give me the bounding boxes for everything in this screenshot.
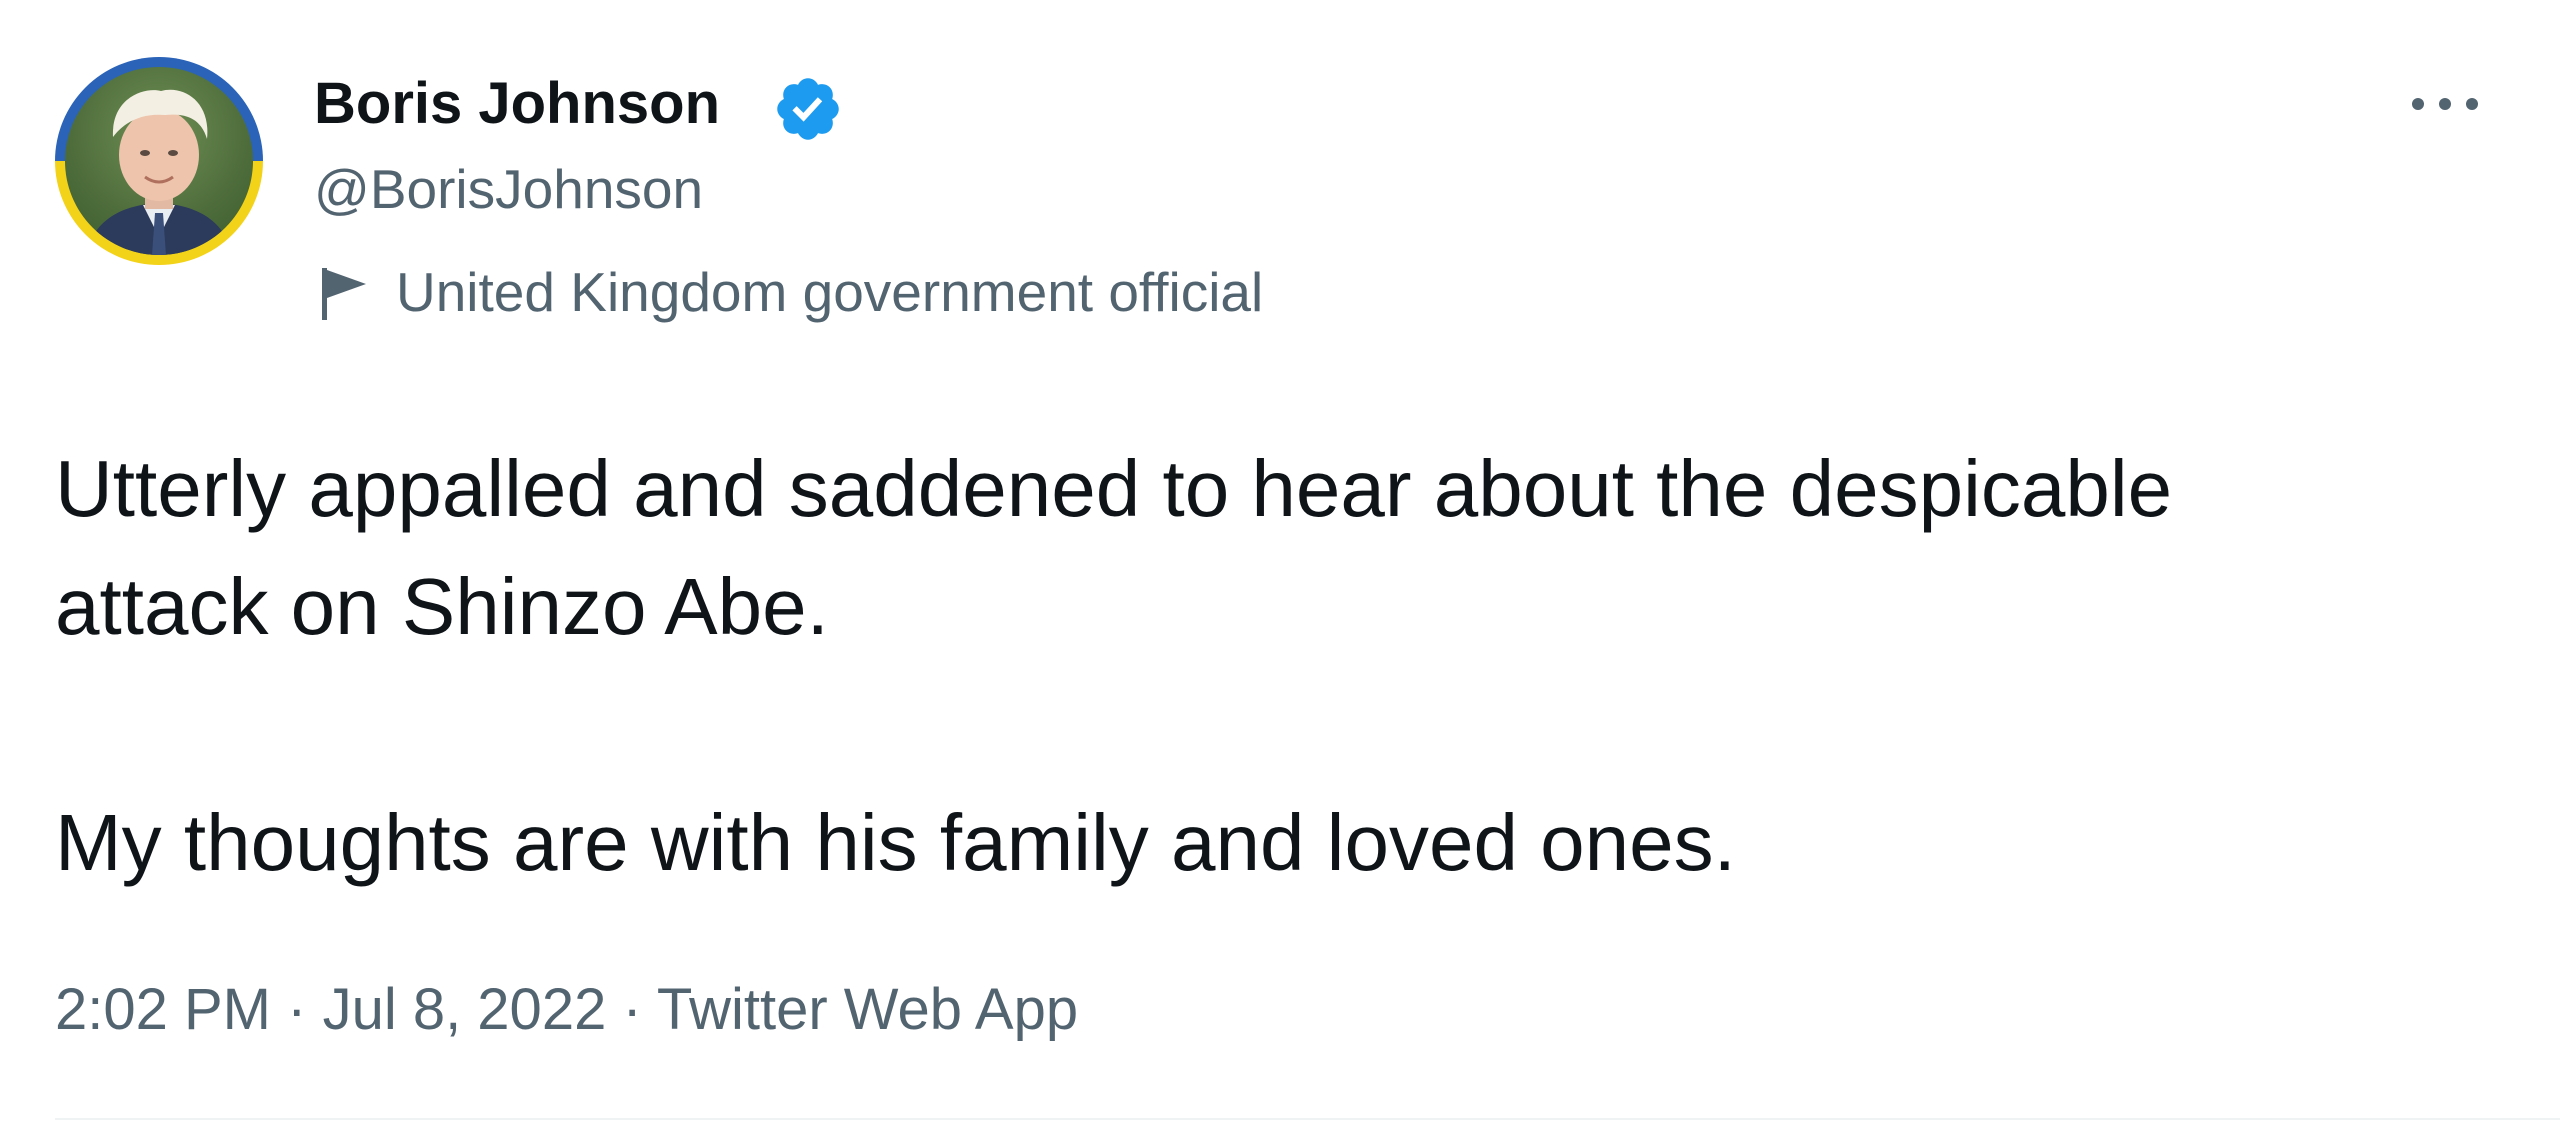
author-handle[interactable]: @BorisJohnson bbox=[314, 154, 703, 224]
tweet-date[interactable]: Jul 8, 2022 bbox=[323, 977, 607, 1042]
avatar[interactable] bbox=[55, 57, 263, 265]
verified-badge-icon bbox=[772, 73, 844, 145]
author-name[interactable]: Boris Johnson bbox=[314, 68, 720, 140]
tweet-text-paragraph-2: My thoughts are with his family and love… bbox=[55, 798, 1736, 887]
tweet-text-paragraph-1: Utterly appalled and saddened to hear ab… bbox=[55, 444, 2173, 651]
affiliation-label-text: United Kingdom government official bbox=[396, 261, 1264, 323]
divider bbox=[55, 1118, 2560, 1120]
tweet-time[interactable]: 2:02 PM bbox=[55, 977, 271, 1042]
tweet-card: Boris Johnson @BorisJohnson United Kingd… bbox=[0, 0, 2560, 1126]
tweet-metadata: 2:02 PM · Jul 8, 2022 · Twitter Web App bbox=[55, 972, 1078, 1048]
more-options-button[interactable] bbox=[2390, 64, 2500, 144]
tweet-text: Utterly appalled and saddened to hear ab… bbox=[55, 430, 2455, 902]
more-options-icon bbox=[2390, 64, 2500, 144]
avatar-photo bbox=[65, 67, 253, 255]
flag-icon bbox=[320, 266, 370, 322]
meta-separator: · bbox=[622, 977, 657, 1042]
tweet-source-app[interactable]: Twitter Web App bbox=[657, 977, 1078, 1042]
meta-separator: · bbox=[287, 977, 323, 1042]
